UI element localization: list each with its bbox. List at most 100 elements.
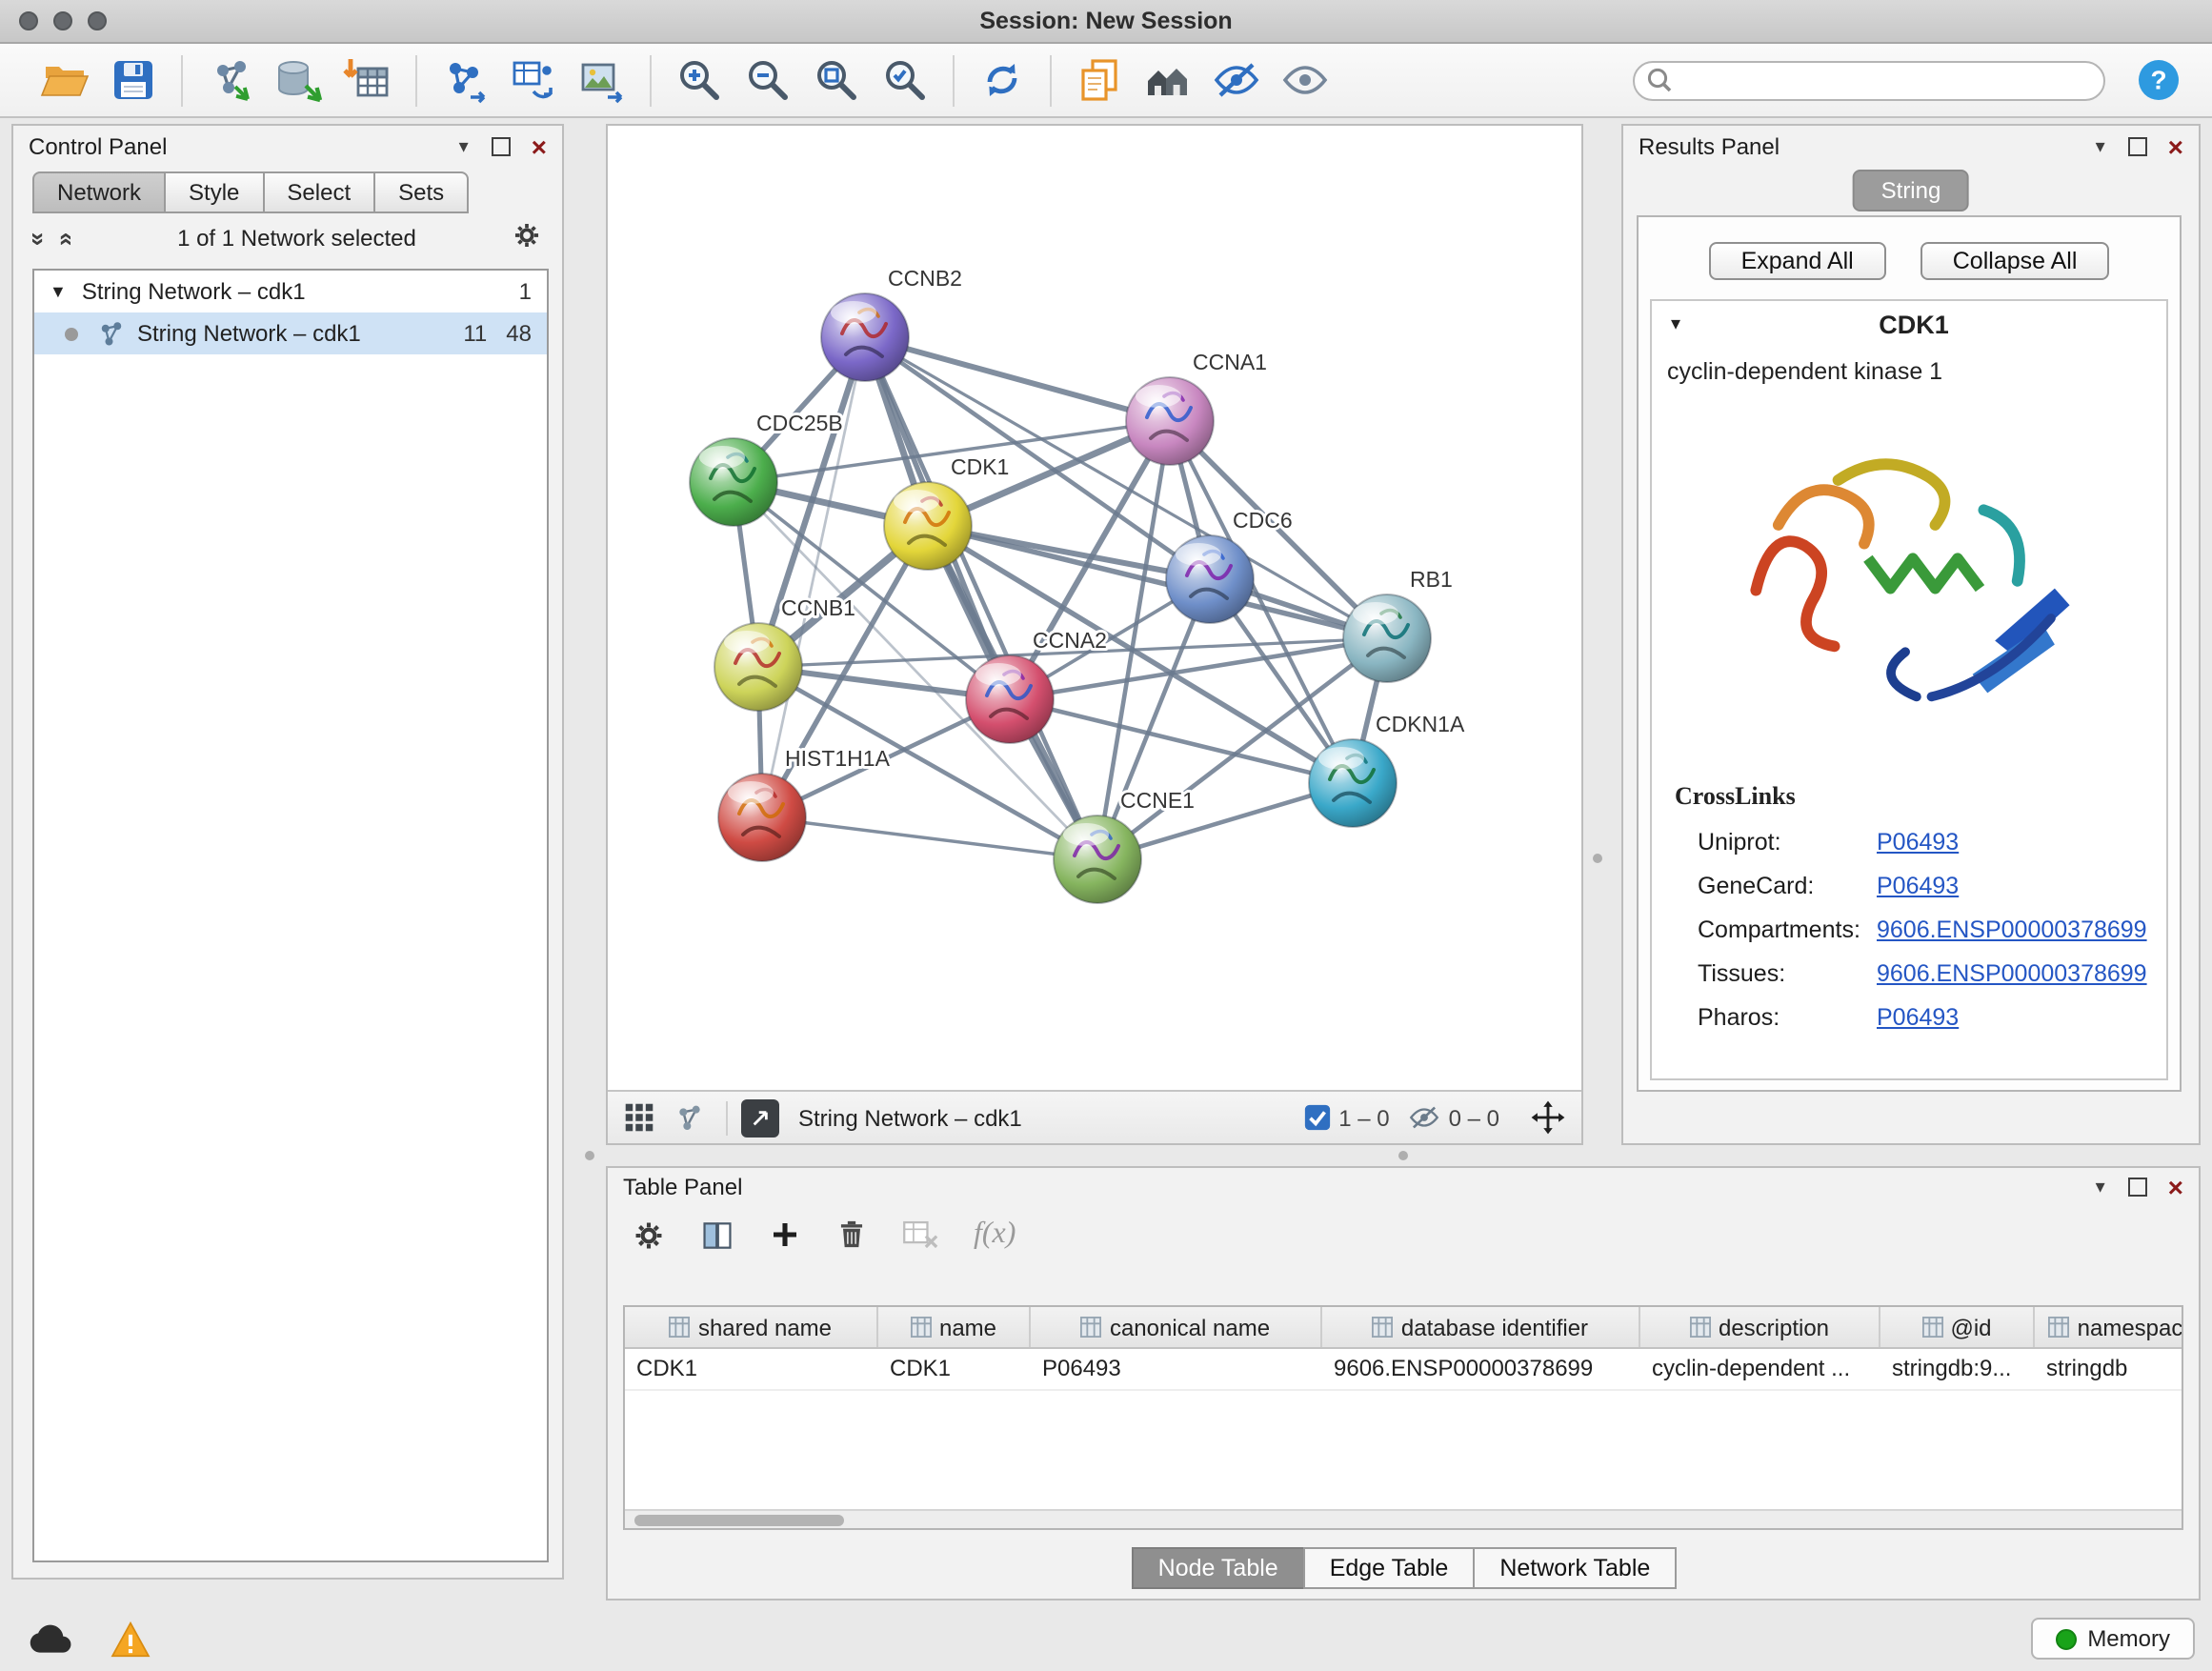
copy-document-icon[interactable] [1071,53,1128,107]
network-from-table-icon[interactable] [505,53,562,107]
column-header-name[interactable]: name [878,1307,1031,1347]
expand-all-button[interactable]: Expand All [1709,242,1886,280]
column-header--id[interactable]: @id [1880,1307,2035,1347]
table-horizontal-scrollbar[interactable] [625,1509,2182,1528]
column-header-database-identifier[interactable]: database identifier [1322,1307,1640,1347]
column-header-canonical-name[interactable]: canonical name [1031,1307,1322,1347]
tab-network[interactable]: Network [32,171,166,213]
tab-network-table[interactable]: Network Table [1473,1547,1677,1589]
network-edge[interactable] [865,337,1097,859]
table-cell[interactable]: stringdb:9... [1880,1349,2035,1389]
crosslink-link[interactable]: 9606.ENSP00000378699 [1877,959,2147,986]
tab-string[interactable]: String [1853,170,1970,211]
zoom-selected-icon[interactable] [876,53,934,107]
import-network-database-icon[interactable] [271,53,328,107]
memory-button[interactable]: Memory [2030,1618,2195,1660]
tab-style[interactable]: Style [164,171,264,213]
open-session-icon[interactable] [36,53,93,107]
panel-close-icon[interactable]: × [2168,1174,2183,1200]
network-node-cdc6[interactable]: CDC6 [1166,508,1293,623]
cloud-status-icon[interactable] [27,1623,72,1656]
column-header-namespac[interactable]: namespac [2035,1307,2183,1347]
tab-select[interactable]: Select [262,171,375,213]
panel-menu-icon[interactable]: ▾ [2096,1177,2105,1198]
table-cell[interactable]: stringdb [2035,1349,2183,1389]
network-collection-row[interactable]: ▼ String Network – cdk1 1 [34,271,547,312]
table-cell[interactable]: CDK1 [878,1349,1031,1389]
crosslink-link[interactable]: P06493 [1877,872,1959,898]
network-view[interactable]: CCNB2CCNA1CDC25BCDK1CDC6RB1CCNB1CCNA2CDK… [606,124,1583,1145]
network-row[interactable]: String Network – cdk1 11 48 [34,312,547,354]
network-node-cdk1[interactable]: CDK1 [884,454,1009,570]
pan-crosshair-icon[interactable] [1530,1099,1566,1136]
show-eye-icon[interactable] [1277,53,1334,107]
network-node-hist1h1a[interactable]: HIST1H1A [718,746,891,861]
show-columns-icon[interactable] [699,1217,735,1253]
column-header-description[interactable]: description [1640,1307,1880,1347]
panel-close-icon[interactable]: × [532,133,547,160]
close-window-button[interactable] [19,11,38,30]
selected-checkbox-icon[interactable] [1302,1103,1331,1132]
minimize-window-button[interactable] [53,11,72,30]
network-edge[interactable] [865,337,1170,421]
zoom-in-icon[interactable] [671,53,728,107]
birdseye-toggle-icon[interactable] [741,1098,779,1137]
panel-close-icon[interactable]: × [2168,133,2183,160]
panel-menu-icon[interactable]: ▾ [2096,136,2105,157]
panel-float-icon[interactable] [2128,137,2147,156]
network-node-ccnb2[interactable]: CCNB2 [821,266,962,381]
collapse-all-icon[interactable]: » [50,232,79,245]
network-node-cdkn1a[interactable]: CDKN1A [1309,712,1465,827]
export-image-icon[interactable] [573,53,631,107]
zoom-fit-icon[interactable] [808,53,865,107]
crosslink-link[interactable]: P06493 [1877,828,1959,855]
collection-expand-icon[interactable]: ▼ [50,282,67,301]
collapse-all-button[interactable]: Collapse All [1920,242,2110,280]
table-cell[interactable]: 9606.ENSP00000378699 [1322,1349,1640,1389]
apply-layout-icon[interactable] [974,53,1031,107]
hide-eye-slash-icon[interactable] [1208,53,1265,107]
warning-icon[interactable] [111,1621,151,1658]
splitter-handle[interactable] [1593,854,1602,863]
panel-float-icon[interactable] [2128,1178,2147,1197]
help-icon[interactable]: ? [2130,53,2187,107]
delete-column-trash-icon[interactable] [835,1218,869,1252]
network-edge[interactable] [762,817,1097,859]
import-network-file-icon[interactable] [202,53,259,107]
import-table-icon[interactable] [339,53,396,107]
search-input[interactable] [1633,60,2105,100]
table-cell[interactable]: cyclin-dependent ... [1640,1349,1880,1389]
zoom-out-icon[interactable] [739,53,796,107]
splitter-handle[interactable] [585,1151,594,1160]
memory-label: Memory [2087,1625,2170,1652]
splitter-handle[interactable] [1398,1151,1408,1160]
network-options-gear-icon[interactable] [511,219,543,257]
grid-view-icon[interactable] [623,1101,655,1134]
network-node-rb1[interactable]: RB1 [1343,567,1453,682]
table-cell[interactable]: CDK1 [625,1349,878,1389]
crosslink-link[interactable]: 9606.ENSP00000378699 [1877,916,2147,942]
column-header-shared-name[interactable]: shared name [625,1307,878,1347]
tab-node-table[interactable]: Node Table [1132,1547,1305,1589]
scrollbar-thumb[interactable] [634,1514,844,1525]
zoom-window-button[interactable] [88,11,107,30]
tab-edge-table[interactable]: Edge Table [1303,1547,1476,1589]
crosslink-link[interactable]: P06493 [1877,1003,1959,1030]
table-cell[interactable]: P06493 [1031,1349,1322,1389]
save-session-icon[interactable] [105,53,162,107]
new-network-icon[interactable] [436,53,493,107]
add-column-icon[interactable] [768,1218,802,1252]
table-row[interactable]: CDK1CDK1P064939606.ENSP00000378699cyclin… [625,1349,2182,1391]
table-toolbar: f(x) [608,1206,2199,1263]
table-settings-gear-icon[interactable] [631,1217,667,1253]
results-panel-title: Results Panel [1639,133,1780,160]
panel-menu-icon[interactable]: ▾ [459,136,469,157]
houses-icon[interactable] [1139,53,1196,107]
tab-sets[interactable]: Sets [373,171,469,213]
network-node-ccna1[interactable]: CCNA1 [1126,350,1267,465]
panel-float-icon[interactable] [492,137,511,156]
network-graph[interactable]: CCNB2CCNA1CDC25BCDK1CDC6RB1CCNB1CCNA2CDK… [608,126,1581,1092]
hidden-eye-slash-icon[interactable] [1409,1101,1441,1134]
network-icon[interactable] [674,1102,705,1133]
section-collapse-icon[interactable]: ▾ [1671,313,1680,334]
